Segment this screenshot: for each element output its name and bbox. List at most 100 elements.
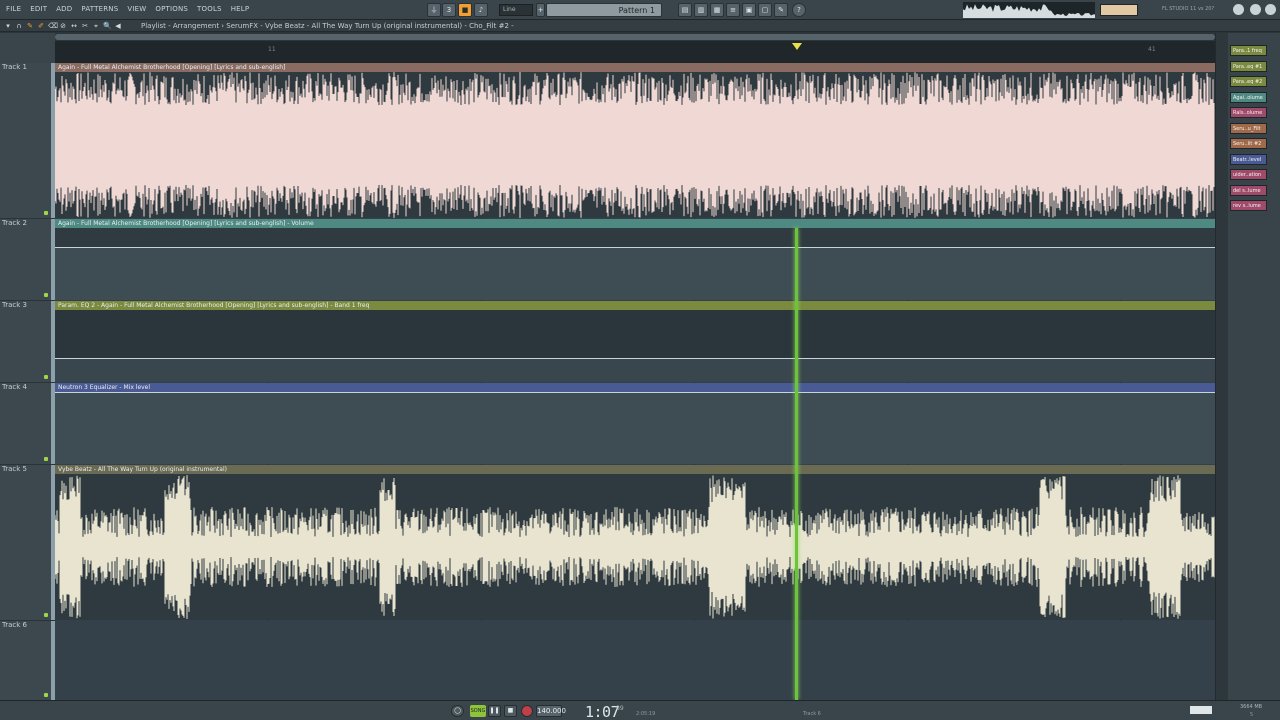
menu-add[interactable]: ADD — [56, 5, 72, 13]
output-waveform-monitor — [963, 2, 1095, 18]
horizontal-scrollbar[interactable] — [55, 33, 1215, 41]
playlist-area[interactable]: Again - Full Metal Alchemist Brotherhood… — [55, 63, 1215, 700]
lane-track-4[interactable]: Neutron 3 Equalizer - Mix level — [55, 383, 1215, 464]
snap-select[interactable]: Line — [499, 4, 533, 16]
menu-edit[interactable]: EDIT — [30, 5, 47, 13]
track-4-led[interactable] — [44, 457, 48, 461]
picker-item[interactable]: Beatr..level — [1230, 154, 1267, 165]
menu-view[interactable]: VIEW — [127, 5, 146, 13]
ruler-number: 41 — [1148, 46, 1156, 53]
track-label-5[interactable]: Track 5 — [2, 465, 27, 473]
snap-magnet-icon[interactable]: ∩ — [15, 22, 23, 30]
clip-header-track-1[interactable]: Again - Full Metal Alchemist Brotherhood… — [55, 63, 1215, 72]
song-position-line[interactable] — [795, 228, 798, 700]
fl-studio-window: FILE EDIT ADD PATTERNS VIEW OPTIONS TOOL… — [0, 0, 1280, 720]
tempo-display[interactable]: 140.000 — [536, 705, 566, 717]
pattern-name: Pattern 1 — [618, 6, 655, 15]
picker-item[interactable]: Para..1 freq — [1230, 45, 1267, 56]
automation-clip-track-4[interactable] — [55, 392, 1215, 464]
lane-track-2[interactable]: Again - Full Metal Alchemist Brotherhood… — [55, 219, 1215, 300]
playlist-title: Playlist - Arrangement › SerumFX - Vybe … — [141, 22, 514, 30]
record-button[interactable] — [521, 705, 533, 717]
lane-track-3[interactable]: Param. EQ 2 - Again - Full Metal Alchemi… — [55, 301, 1215, 382]
audio-clip-track-1[interactable] — [55, 72, 1215, 218]
wait-for-input-icon[interactable]: ■ — [458, 3, 472, 17]
menu-tools[interactable]: TOOLS — [197, 5, 222, 13]
picker-item[interactable]: Agai..olume — [1230, 92, 1267, 103]
output-waveform-svg — [963, 4, 1095, 18]
paint-tool-icon[interactable]: ✐ — [37, 22, 45, 30]
track-6-led[interactable] — [44, 693, 48, 697]
horizontal-scroll-thumb[interactable] — [55, 34, 1215, 40]
lane-track-6[interactable] — [55, 621, 1215, 700]
picker-item[interactable]: Seru..lit #2 — [1230, 138, 1267, 149]
track-1-led[interactable] — [44, 211, 48, 215]
lane-track-5[interactable]: Vybe Beatz - All The Way Turn Up (origin… — [55, 465, 1215, 620]
playback-tool-icon[interactable]: ◀ — [114, 22, 122, 30]
stop-button[interactable]: ■ — [504, 705, 517, 717]
record-mode-icon[interactable]: ◯ — [451, 705, 464, 717]
automation-clip-track-2[interactable] — [55, 228, 1215, 300]
delete-tool-icon[interactable]: ⌫ — [48, 22, 58, 30]
news-icon[interactable] — [1233, 4, 1244, 15]
play-button[interactable]: ❚❚ — [488, 705, 501, 717]
clip-header-track-5[interactable]: Vybe Beatz - All The Way Turn Up (origin… — [55, 465, 1215, 474]
channel-rack-icon[interactable]: ▦ — [710, 3, 724, 17]
online-icon[interactable] — [1250, 4, 1261, 15]
menu-help[interactable]: HELP — [231, 5, 250, 13]
song-time[interactable]: 1:07 — [585, 703, 620, 720]
clip-header-track-4[interactable]: Neutron 3 Equalizer - Mix level — [55, 383, 1215, 392]
mixer-icon[interactable]: ≡ — [726, 3, 740, 17]
account-icon[interactable] — [1265, 4, 1276, 15]
mute-tool-icon[interactable]: ⊘ — [59, 22, 67, 30]
pattern-selector[interactable]: Pattern 1 — [546, 3, 662, 17]
master-volume[interactable] — [1190, 706, 1212, 714]
audio-clip-track-5[interactable] — [55, 474, 1215, 620]
automation-line[interactable] — [55, 392, 1215, 393]
picker-item[interactable]: Seru..u_Filt — [1230, 123, 1267, 134]
lane-track-1[interactable]: Again - Full Metal Alchemist Brotherhood… — [55, 63, 1215, 218]
blend-notes-icon[interactable]: ♪ — [474, 3, 488, 17]
playlist-icon[interactable]: ▤ — [678, 3, 692, 17]
track-label-3[interactable]: Track 3 — [2, 301, 27, 309]
track-3-led[interactable] — [44, 375, 48, 379]
slip-tool-icon[interactable]: ↔ — [70, 22, 78, 30]
help-circle-icon[interactable]: ? — [792, 3, 806, 17]
clip-header-track-2[interactable]: Again - Full Metal Alchemist Brotherhood… — [55, 219, 1215, 228]
menu-options[interactable]: OPTIONS — [155, 5, 188, 13]
track-label-1[interactable]: Track 1 — [2, 63, 27, 71]
zoom-tool-icon[interactable]: 🔍 — [103, 22, 112, 30]
track-2-led[interactable] — [44, 293, 48, 297]
picker-item[interactable]: Para..eq #1 — [1230, 61, 1267, 72]
browser-icon[interactable]: ▣ — [742, 3, 756, 17]
song-time-sub: 89 — [616, 705, 624, 712]
picker-item[interactable]: Para..eq #2 — [1230, 76, 1267, 87]
countdown-icon[interactable]: 3 — [442, 3, 456, 17]
picker-item[interactable]: del s..lume — [1230, 185, 1267, 196]
picker-item[interactable]: uider..ation — [1230, 169, 1267, 180]
select-tool-icon[interactable]: ⌖ — [92, 22, 100, 30]
track-label-4[interactable]: Track 4 — [2, 383, 27, 391]
plugin-picker-icon[interactable]: ▢ — [758, 3, 772, 17]
picker-item[interactable]: Rals..olume — [1230, 107, 1267, 118]
track-5-led[interactable] — [44, 613, 48, 617]
piano-roll-icon[interactable]: ▥ — [694, 3, 708, 17]
automation-clip-track-3[interactable] — [55, 310, 1215, 382]
touch-keyboard-icon[interactable]: ✎ — [774, 3, 788, 17]
draw-tool-icon[interactable]: ✎ — [26, 22, 34, 30]
metronome-icon[interactable]: ⏚ — [427, 3, 441, 17]
slice-tool-icon[interactable]: ✂ — [81, 22, 89, 30]
automation-fill — [55, 248, 1215, 300]
menu-patterns[interactable]: PATTERNS — [81, 5, 118, 13]
track-label-2[interactable]: Track 2 — [2, 219, 27, 227]
pattern-prev-icon[interactable]: + — [536, 3, 545, 17]
menu-arrow-icon[interactable]: ▾ — [4, 22, 12, 30]
playhead-marker[interactable] — [792, 43, 802, 50]
picker-item[interactable]: rev s..lume — [1230, 200, 1267, 211]
menu-bar: FILE EDIT ADD PATTERNS VIEW OPTIONS TOOL… — [0, 0, 1280, 20]
pat-song-toggle[interactable]: SONG — [470, 705, 486, 717]
vertical-scrollbar[interactable] — [1216, 33, 1228, 700]
clip-header-track-3[interactable]: Param. EQ 2 - Again - Full Metal Alchemi… — [55, 301, 1215, 310]
menu-file[interactable]: FILE — [6, 5, 21, 13]
track-label-6[interactable]: Track 6 — [2, 621, 27, 629]
